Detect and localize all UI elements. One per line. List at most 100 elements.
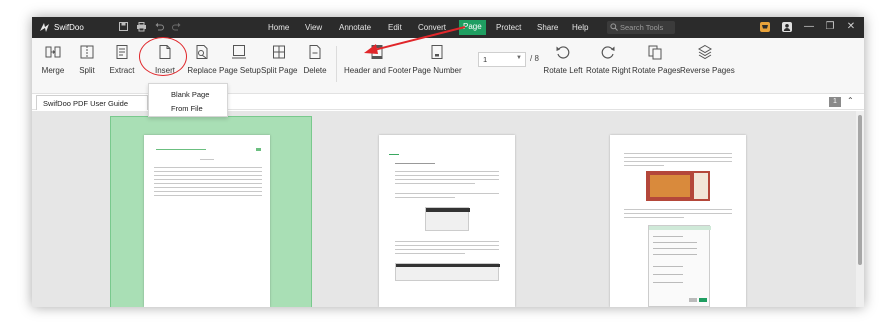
rotate-left-icon xyxy=(556,46,570,59)
save-icon[interactable] xyxy=(118,21,129,32)
text-line xyxy=(395,197,455,198)
cart-icon[interactable] xyxy=(759,21,771,33)
rotate-right-label: Rotate Right xyxy=(586,66,631,75)
extract-label: Extract xyxy=(109,66,135,75)
menu-share[interactable]: Share xyxy=(537,23,558,32)
replace-icon xyxy=(196,45,208,59)
page-setup-button[interactable]: Page Setup xyxy=(219,42,261,88)
reverse-pages-icon xyxy=(698,44,712,60)
text-line xyxy=(395,193,499,194)
split-label: Split xyxy=(79,66,95,75)
print-icon[interactable] xyxy=(136,21,147,32)
page-current-value: 1 xyxy=(483,55,488,64)
text-line xyxy=(395,249,499,250)
split-button[interactable]: Split xyxy=(72,42,102,88)
split-icon xyxy=(80,45,94,59)
ribbon-separator xyxy=(336,46,337,82)
rotate-pages-label: Rotate Pages xyxy=(632,66,681,75)
reverse-pages-button[interactable]: Reverse Pages xyxy=(680,42,735,88)
vertical-scrollbar[interactable] xyxy=(856,111,864,307)
text-line xyxy=(624,209,732,210)
text-line xyxy=(624,153,732,154)
search-placeholder: Search Tools xyxy=(620,23,664,32)
text-line xyxy=(395,163,435,164)
undo-icon[interactable] xyxy=(154,21,165,32)
split-page-button[interactable]: Split Page xyxy=(261,42,297,88)
text-line xyxy=(624,217,684,218)
toc-line xyxy=(154,171,262,172)
toc-line xyxy=(154,187,262,188)
swifdoo-logo-icon xyxy=(40,23,49,32)
toc-line xyxy=(154,183,262,184)
page-thumbnail-1[interactable] xyxy=(144,135,270,307)
dialog-screenshot-image xyxy=(648,225,711,307)
page-heading-line xyxy=(156,149,206,150)
merge-button[interactable]: Merge xyxy=(36,42,70,88)
maximize-icon[interactable]: ❐ xyxy=(823,20,837,34)
rotate-left-button[interactable]: Rotate Left xyxy=(540,42,586,88)
text-line xyxy=(624,165,664,166)
insert-dropdown-menu: Blank Page From File xyxy=(148,83,228,117)
page-setup-icon xyxy=(232,45,246,59)
redo-icon[interactable] xyxy=(171,21,182,32)
text-line xyxy=(395,183,475,184)
delete-page-icon xyxy=(309,45,321,59)
menu-protect[interactable]: Protect xyxy=(496,23,521,32)
delete-button[interactable]: Delete xyxy=(299,42,331,88)
header-footer-label: Header and Footer xyxy=(344,66,412,75)
page-number-select[interactable]: 1 ▼ xyxy=(478,52,526,67)
app-name: SwifDoo xyxy=(54,23,84,32)
app-window: SwifDoo Home View Annotate Edit Convert … xyxy=(32,17,864,307)
tab-count-badge[interactable]: 1 xyxy=(829,97,841,107)
rotate-left-label: Rotate Left xyxy=(543,66,583,75)
extract-button[interactable]: Extract xyxy=(106,42,138,88)
page-thumbnail-2[interactable] xyxy=(379,135,515,307)
text-line xyxy=(395,179,499,180)
photo-image xyxy=(646,171,710,201)
search-tools-input[interactable]: Search Tools xyxy=(607,21,675,34)
toc-line xyxy=(154,191,262,192)
rotate-pages-button[interactable]: Rotate Pages xyxy=(632,42,681,88)
toc-line xyxy=(154,175,262,176)
rotate-right-button[interactable]: Rotate Right xyxy=(586,42,630,88)
text-line xyxy=(395,241,499,242)
menu-view[interactable]: View xyxy=(305,23,322,32)
minimize-icon[interactable]: — xyxy=(802,20,816,34)
insert-highlight-circle xyxy=(139,37,187,76)
scrollbar-thumb[interactable] xyxy=(858,115,862,265)
document-tab[interactable]: SwifDoo PDF User Guide xyxy=(36,95,148,110)
split-page-icon xyxy=(273,45,285,59)
text-line xyxy=(624,213,732,214)
page-thumbnail-3[interactable] xyxy=(610,135,746,307)
delete-label: Delete xyxy=(303,66,327,75)
account-icon[interactable] xyxy=(781,21,793,33)
page-setup-label: Page Setup xyxy=(219,66,261,75)
merge-label: Merge xyxy=(41,66,65,75)
menu-item-blank-page[interactable]: Blank Page xyxy=(171,90,209,99)
rotate-right-icon xyxy=(601,46,615,59)
page-total: / 8 xyxy=(530,54,539,63)
reverse-pages-label: Reverse Pages xyxy=(680,66,735,75)
extract-icon xyxy=(116,45,128,59)
text-line xyxy=(395,171,499,172)
chevron-up-icon[interactable]: ⌃ xyxy=(847,96,854,105)
menu-help[interactable]: Help xyxy=(572,23,588,32)
close-icon[interactable]: ✕ xyxy=(844,20,858,34)
rotate-pages-icon xyxy=(648,45,662,60)
page-logo-mark xyxy=(256,148,261,151)
merge-icon xyxy=(45,46,61,58)
replace-label: Replace xyxy=(187,66,217,75)
page-number-label: Page Number xyxy=(412,66,462,75)
search-icon xyxy=(610,23,618,31)
toc-line xyxy=(154,179,262,180)
text-line xyxy=(624,157,732,158)
menu-home[interactable]: Home xyxy=(268,23,289,32)
screenshot-image xyxy=(395,263,500,281)
split-page-label: Split Page xyxy=(261,66,298,75)
text-line xyxy=(395,175,499,176)
text-line xyxy=(624,161,732,162)
text-line xyxy=(395,253,465,254)
menu-item-from-file[interactable]: From File xyxy=(171,104,203,113)
replace-button[interactable]: Replace xyxy=(185,42,219,88)
chevron-down-icon: ▼ xyxy=(516,55,522,61)
